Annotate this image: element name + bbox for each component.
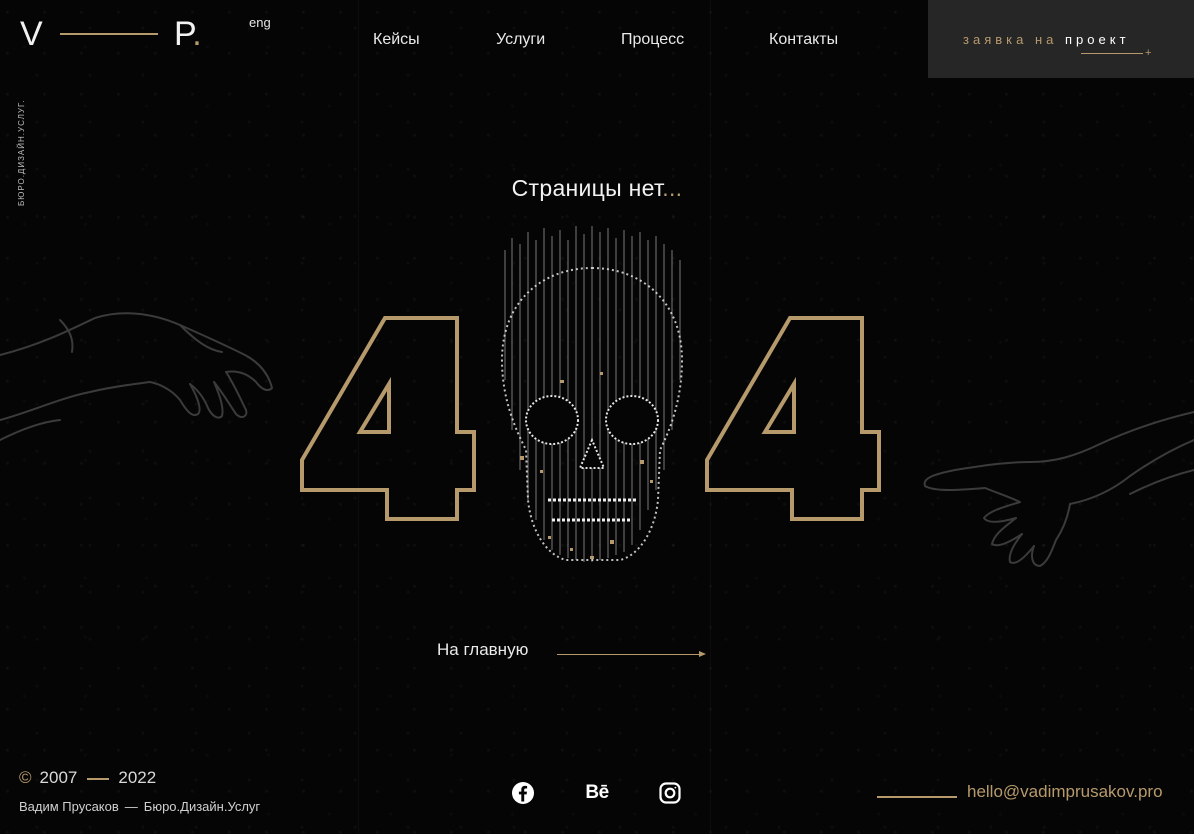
left-hand-illustration [0,312,273,441]
email-link[interactable]: hello@vadimprusakov.pro [967,782,1163,802]
year-dash [87,777,110,780]
behance-icon[interactable]: Bē [582,780,612,806]
year-start: 2007 [39,768,78,787]
arrow-right-icon [699,651,706,657]
copyright-icon: © [19,768,32,787]
right-hand-illustration [923,411,1194,567]
instagram-icon[interactable] [657,780,683,806]
studio-name: Бюро.Дизайн.Услуг [143,799,261,814]
error-illustration [0,226,1194,567]
skull-icon [500,226,684,562]
year-end: 2022 [118,768,157,787]
author-name: Вадим Прусаков [19,799,119,814]
home-link[interactable]: На главную [437,640,528,660]
copyright: © 2007 2022 [19,768,156,788]
credits: Вадим Прусаков — Бюро.Дизайн.Услуг [19,799,260,814]
home-arrow-line [557,654,703,655]
credits-separator: — [124,799,138,814]
digit-four-left [300,316,476,521]
digit-four-right [705,316,881,521]
email-line [877,796,957,798]
facebook-icon[interactable] [510,780,536,806]
